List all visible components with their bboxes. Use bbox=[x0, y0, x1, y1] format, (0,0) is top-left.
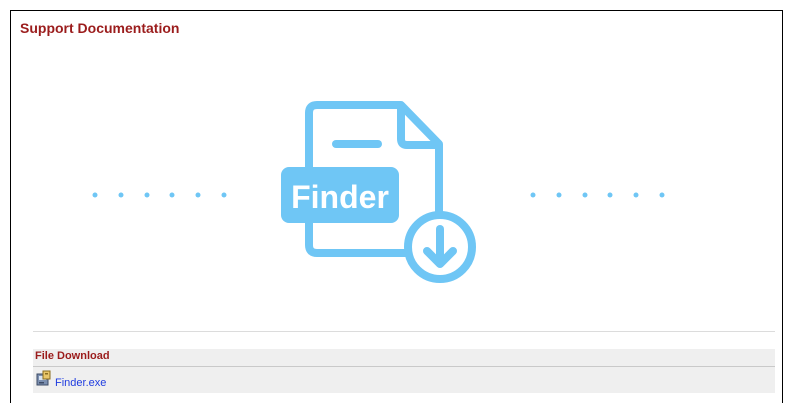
file-row: Finder.exe bbox=[33, 367, 775, 393]
file-download-header: File Download bbox=[33, 349, 775, 367]
section-divider bbox=[33, 331, 775, 332]
content-panel: Support Documentation Finder File Downlo… bbox=[10, 10, 783, 403]
installer-icon bbox=[36, 370, 51, 386]
file-download-title: File Download bbox=[35, 350, 110, 362]
file-download-link[interactable]: Finder.exe bbox=[55, 377, 106, 389]
right-dotted-line bbox=[530, 192, 665, 198]
download-illustration: Finder bbox=[92, 101, 665, 283]
left-dotted-line bbox=[92, 192, 227, 198]
label-text: Finder bbox=[291, 179, 389, 215]
